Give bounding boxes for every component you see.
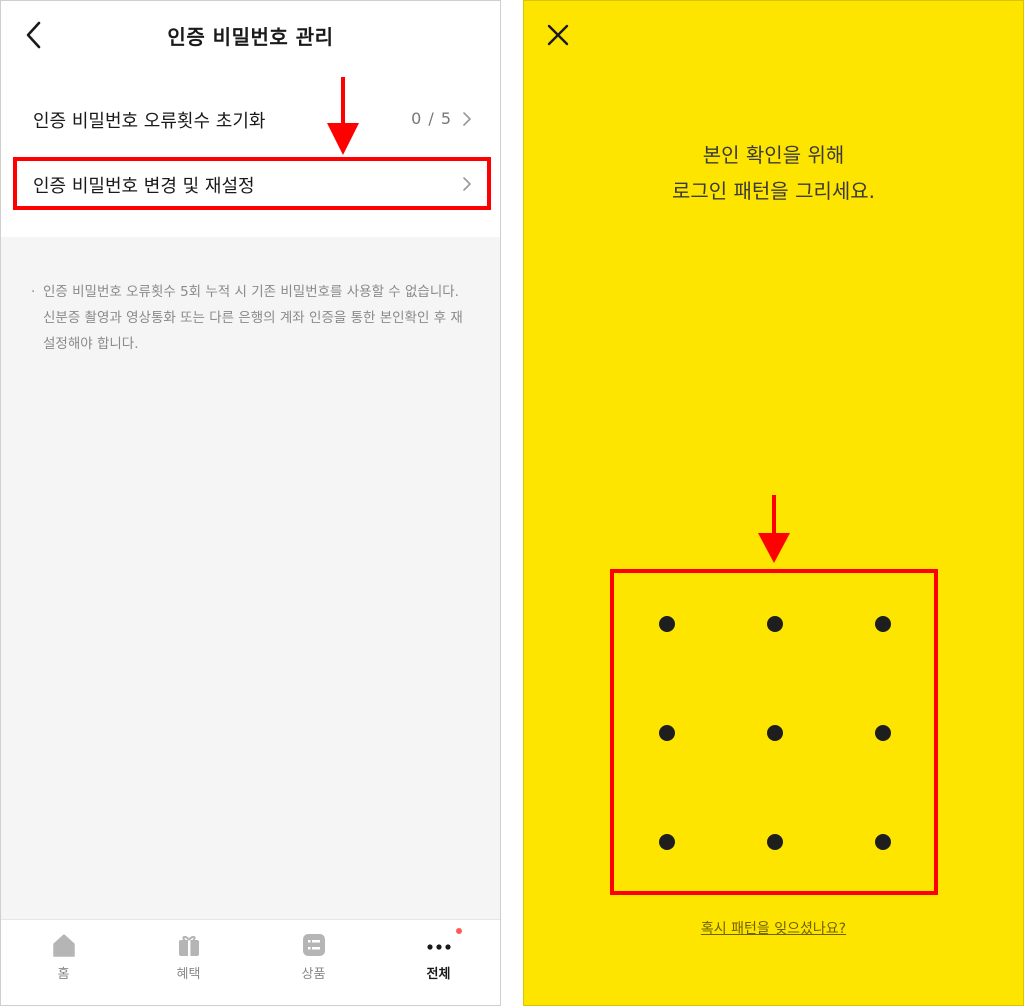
pattern-dot[interactable]: [875, 834, 891, 850]
pattern-dot[interactable]: [767, 616, 783, 632]
notice-bullet: ·: [31, 284, 36, 300]
prompt-line-2: 로그인 패턴을 그리세요.: [671, 179, 876, 203]
tab-products[interactable]: 상품: [251, 920, 376, 1005]
bottom-tab-bar: 홈 혜택 상품 전체: [1, 919, 500, 1005]
tab-label: 홈: [57, 967, 70, 982]
pattern-dot[interactable]: [659, 616, 675, 632]
pattern-auth-panel: 본인 확인을 위해 로그인 패턴을 그리세요. 혹시 패턴을 잊으셨나요?: [523, 0, 1024, 1006]
tab-label: 혜택: [176, 967, 201, 982]
home-icon: [52, 934, 75, 957]
header: 인증 비밀번호 관리: [1, 1, 500, 71]
prompt-line-1: 본인 확인을 위해: [702, 143, 845, 167]
row-label: 인증 비밀번호 오류횟수 초기화: [33, 111, 266, 132]
tab-all[interactable]: 전체: [376, 920, 500, 1005]
red-arrow-indicator: [327, 77, 359, 155]
pattern-lock-grid[interactable]: [610, 569, 938, 895]
notification-badge: [456, 928, 462, 934]
pattern-dot[interactable]: [767, 725, 783, 741]
red-arrow-indicator: [758, 495, 790, 563]
pattern-dot[interactable]: [875, 725, 891, 741]
pattern-prompt: 본인 확인을 위해 로그인 패턴을 그리세요.: [524, 137, 1023, 209]
pattern-dot[interactable]: [767, 834, 783, 850]
pattern-dot[interactable]: [659, 834, 675, 850]
tab-benefits[interactable]: 혜택: [126, 920, 251, 1005]
chevron-right-icon: [463, 112, 471, 126]
page-title: 인증 비밀번호 관리: [167, 25, 334, 49]
row-label: 인증 비밀번호 변경 및 재설정: [33, 176, 255, 197]
tab-home[interactable]: 홈: [1, 920, 126, 1005]
pattern-dot[interactable]: [875, 616, 891, 632]
product-list-icon: [302, 934, 325, 956]
change-reset-password-row[interactable]: 인증 비밀번호 변경 및 재설정: [1, 158, 500, 210]
notice-text: · 인증 비밀번호 오류횟수 5회 누적 시 기존 비밀번호를 사용할 수 없습…: [31, 279, 473, 357]
tab-label: 상품: [301, 967, 326, 982]
notice-body: 인증 비밀번호 오류횟수 5회 누적 시 기존 비밀번호를 사용할 수 없습니다…: [43, 284, 463, 352]
pattern-dot[interactable]: [659, 725, 675, 741]
settings-panel: 인증 비밀번호 관리 인증 비밀번호 오류횟수 초기화 0 / 5 인증 비밀번…: [0, 0, 501, 1006]
more-dots-icon: [426, 944, 451, 950]
close-icon[interactable]: [546, 23, 570, 47]
tab-label: 전체: [426, 967, 451, 982]
reset-error-count-row[interactable]: 인증 비밀번호 오류횟수 초기화 0 / 5: [1, 93, 500, 145]
forgot-pattern-link[interactable]: 혹시 패턴을 잊으셨나요?: [524, 918, 1023, 938]
chevron-right-icon: [463, 177, 471, 191]
error-count-value: 0 / 5: [411, 109, 452, 128]
gift-icon: [178, 935, 199, 956]
